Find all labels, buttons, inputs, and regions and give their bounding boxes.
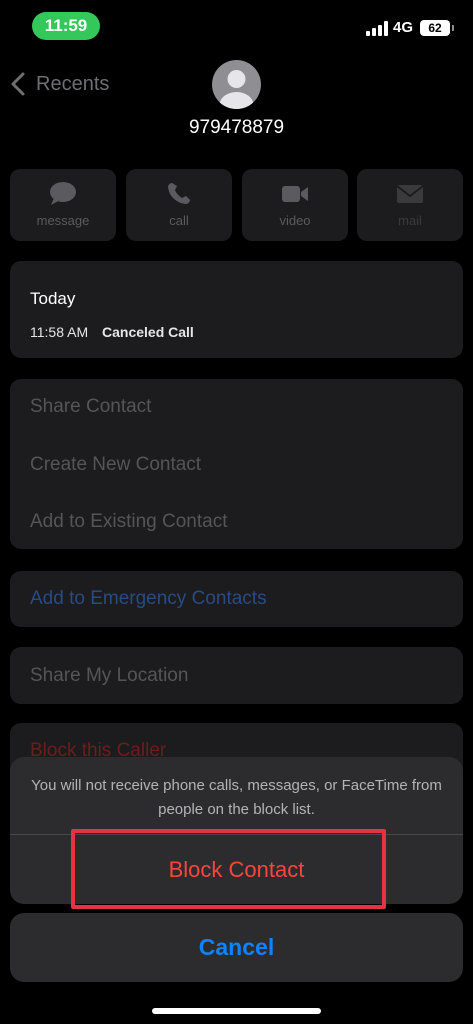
- mail-button[interactable]: mail: [357, 169, 463, 241]
- create-new-contact-item[interactable]: Create New Contact: [30, 454, 201, 476]
- phone-icon: [168, 183, 190, 204]
- recent-calls-card: Today 11:58 AM Canceled Call: [10, 261, 463, 358]
- location-card: Share My Location: [10, 647, 463, 704]
- network-type: 4G: [393, 19, 414, 36]
- share-location-item[interactable]: Share My Location: [30, 665, 188, 687]
- mail-icon: [396, 185, 424, 203]
- highlight-box: [71, 829, 386, 909]
- mail-label: mail: [398, 213, 422, 228]
- person-icon: [219, 70, 254, 109]
- recent-time: 11:58 AM: [30, 324, 89, 340]
- call-button[interactable]: call: [126, 169, 232, 241]
- status-time: 11:59: [32, 12, 100, 40]
- video-label: video: [279, 213, 311, 228]
- caller-number: 979478879: [188, 117, 285, 138]
- emergency-card: Add to Emergency Contacts: [10, 571, 463, 627]
- message-label: message: [36, 213, 90, 228]
- message-button[interactable]: message: [10, 169, 116, 241]
- video-icon: [282, 186, 308, 202]
- recent-status: Canceled Call: [102, 324, 194, 340]
- share-contact-item[interactable]: Share Contact: [30, 396, 151, 418]
- cancel-button[interactable]: Cancel: [10, 913, 463, 982]
- avatar: [212, 60, 261, 109]
- contact-actions: message call video mail: [10, 169, 463, 241]
- back-label: Recents: [36, 72, 110, 95]
- home-indicator[interactable]: [152, 1008, 321, 1014]
- recent-day: Today: [30, 289, 76, 308]
- add-emergency-contact-item[interactable]: Add to Emergency Contacts: [30, 588, 267, 610]
- message-icon: [50, 182, 76, 205]
- chevron-left-icon: [11, 72, 25, 96]
- sheet-message: You will not receive phone calls, messag…: [31, 777, 442, 818]
- video-button[interactable]: video: [242, 169, 348, 241]
- call-label: call: [169, 213, 189, 228]
- back-button[interactable]: Recents: [8, 68, 109, 100]
- signal-icon: [366, 21, 388, 36]
- contact-options-card: Share Contact Create New Contact Add to …: [10, 379, 463, 549]
- status-bar: 11:59 4G 62: [0, 0, 473, 56]
- battery-icon: 62: [420, 20, 454, 36]
- add-to-existing-contact-item[interactable]: Add to Existing Contact: [30, 511, 228, 533]
